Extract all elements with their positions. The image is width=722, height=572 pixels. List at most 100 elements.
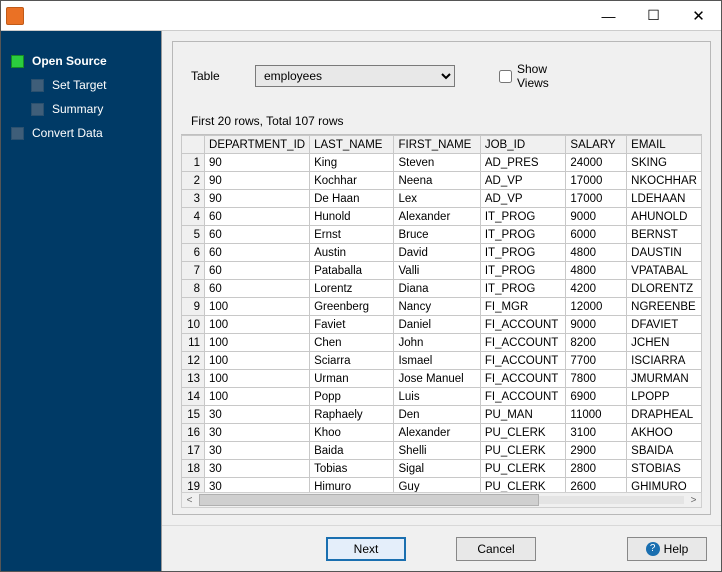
cell[interactable]: David: [394, 244, 480, 262]
cell[interactable]: 24000: [566, 154, 627, 172]
cell[interactable]: 17000: [566, 172, 627, 190]
cell[interactable]: John: [394, 334, 480, 352]
cell[interactable]: Greenberg: [310, 298, 394, 316]
horizontal-scrollbar[interactable]: < >: [181, 492, 702, 508]
cell[interactable]: 60: [205, 280, 310, 298]
cell[interactable]: 100: [205, 388, 310, 406]
cell[interactable]: 11000: [566, 406, 627, 424]
cell[interactable]: Lorentz: [310, 280, 394, 298]
table-row[interactable]: 1830TobiasSigalPU_CLERK2800STOBIAS: [182, 460, 702, 478]
cancel-button[interactable]: Cancel: [456, 537, 536, 561]
cell[interactable]: 2800: [566, 460, 627, 478]
cell[interactable]: Ismael: [394, 352, 480, 370]
scroll-right-icon[interactable]: >: [686, 495, 701, 506]
cell[interactable]: Nancy: [394, 298, 480, 316]
table-row[interactable]: 760PataballaValliIT_PROG4800VPATABAL: [182, 262, 702, 280]
column-header[interactable]: EMAIL: [627, 136, 702, 154]
cell[interactable]: STOBIAS: [627, 460, 702, 478]
cell[interactable]: 4800: [566, 244, 627, 262]
cell[interactable]: 60: [205, 226, 310, 244]
cell[interactable]: 30: [205, 406, 310, 424]
cell[interactable]: 100: [205, 370, 310, 388]
cell[interactable]: Lex: [394, 190, 480, 208]
cell[interactable]: Valli: [394, 262, 480, 280]
table-row[interactable]: 560ErnstBruceIT_PROG6000BERNST: [182, 226, 702, 244]
cell[interactable]: 90: [205, 154, 310, 172]
cell[interactable]: DFAVIET: [627, 316, 702, 334]
cell[interactable]: Popp: [310, 388, 394, 406]
cell[interactable]: Alexander: [394, 424, 480, 442]
cell[interactable]: NGREENBE: [627, 298, 702, 316]
cell[interactable]: 7800: [566, 370, 627, 388]
table-row[interactable]: 1530RaphaelyDenPU_MAN11000DRAPHEAL: [182, 406, 702, 424]
sidebar-step[interactable]: Summary: [1, 97, 161, 121]
cell[interactable]: Bruce: [394, 226, 480, 244]
cell[interactable]: 30: [205, 442, 310, 460]
cell[interactable]: AKHOO: [627, 424, 702, 442]
cell[interactable]: 60: [205, 208, 310, 226]
help-button[interactable]: ? Help: [627, 537, 707, 561]
cell[interactable]: Raphaely: [310, 406, 394, 424]
cell[interactable]: GHIMURO: [627, 478, 702, 493]
cell[interactable]: 100: [205, 298, 310, 316]
cell[interactable]: Neena: [394, 172, 480, 190]
cell[interactable]: SBAIDA: [627, 442, 702, 460]
show-views-label[interactable]: Show Views: [517, 62, 567, 90]
cell[interactable]: Ernst: [310, 226, 394, 244]
cell[interactable]: Himuro: [310, 478, 394, 493]
cell[interactable]: 3100: [566, 424, 627, 442]
close-button[interactable]: ✕: [676, 2, 721, 30]
cell[interactable]: Jose Manuel: [394, 370, 480, 388]
scroll-track[interactable]: [199, 496, 684, 504]
cell[interactable]: FI_ACCOUNT: [480, 352, 566, 370]
table-row[interactable]: 1730BaidaShelliPU_CLERK2900SBAIDA: [182, 442, 702, 460]
cell[interactable]: PU_CLERK: [480, 424, 566, 442]
cell[interactable]: Khoo: [310, 424, 394, 442]
cell[interactable]: PU_CLERK: [480, 460, 566, 478]
table-row[interactable]: 11100ChenJohnFI_ACCOUNT8200JCHEN: [182, 334, 702, 352]
table-row[interactable]: 9100GreenbergNancyFI_MGR12000NGREENBE: [182, 298, 702, 316]
cell[interactable]: FI_ACCOUNT: [480, 334, 566, 352]
cell[interactable]: 90: [205, 190, 310, 208]
table-row[interactable]: 1630KhooAlexanderPU_CLERK3100AKHOO: [182, 424, 702, 442]
cell[interactable]: Kochhar: [310, 172, 394, 190]
cell[interactable]: De Haan: [310, 190, 394, 208]
table-row[interactable]: 290KochharNeenaAD_VP17000NKOCHHAR: [182, 172, 702, 190]
sidebar-step[interactable]: Convert Data: [1, 121, 161, 145]
cell[interactable]: 100: [205, 316, 310, 334]
cell[interactable]: DRAPHEAL: [627, 406, 702, 424]
cell[interactable]: Hunold: [310, 208, 394, 226]
cell[interactable]: 8200: [566, 334, 627, 352]
cell[interactable]: 60: [205, 262, 310, 280]
table-row[interactable]: 1930HimuroGuyPU_CLERK2600GHIMURO: [182, 478, 702, 493]
cell[interactable]: IT_PROG: [480, 262, 566, 280]
cell[interactable]: IT_PROG: [480, 280, 566, 298]
column-header[interactable]: FIRST_NAME: [394, 136, 480, 154]
cell[interactable]: Daniel: [394, 316, 480, 334]
cell[interactable]: AD_PRES: [480, 154, 566, 172]
table-row[interactable]: 860LorentzDianaIT_PROG4200DLORENTZ: [182, 280, 702, 298]
cell[interactable]: Pataballa: [310, 262, 394, 280]
table-row[interactable]: 13100UrmanJose ManuelFI_ACCOUNT7800JMURM…: [182, 370, 702, 388]
cell[interactable]: 4200: [566, 280, 627, 298]
cell[interactable]: 17000: [566, 190, 627, 208]
cell[interactable]: Urman: [310, 370, 394, 388]
cell[interactable]: Luis: [394, 388, 480, 406]
sidebar-step[interactable]: Open Source: [1, 49, 161, 73]
cell[interactable]: Tobias: [310, 460, 394, 478]
cell[interactable]: 90: [205, 172, 310, 190]
cell[interactable]: 30: [205, 478, 310, 493]
cell[interactable]: ISCIARRA: [627, 352, 702, 370]
sidebar-step[interactable]: Set Target: [1, 73, 161, 97]
cell[interactable]: 30: [205, 424, 310, 442]
cell[interactable]: 7700: [566, 352, 627, 370]
cell[interactable]: IT_PROG: [480, 208, 566, 226]
column-header[interactable]: SALARY: [566, 136, 627, 154]
show-views-checkbox[interactable]: [499, 70, 512, 83]
table-row[interactable]: 460HunoldAlexanderIT_PROG9000AHUNOLD: [182, 208, 702, 226]
cell[interactable]: IT_PROG: [480, 244, 566, 262]
scroll-thumb[interactable]: [199, 494, 539, 506]
column-header[interactable]: LAST_NAME: [310, 136, 394, 154]
cell[interactable]: 9000: [566, 316, 627, 334]
cell[interactable]: PU_MAN: [480, 406, 566, 424]
